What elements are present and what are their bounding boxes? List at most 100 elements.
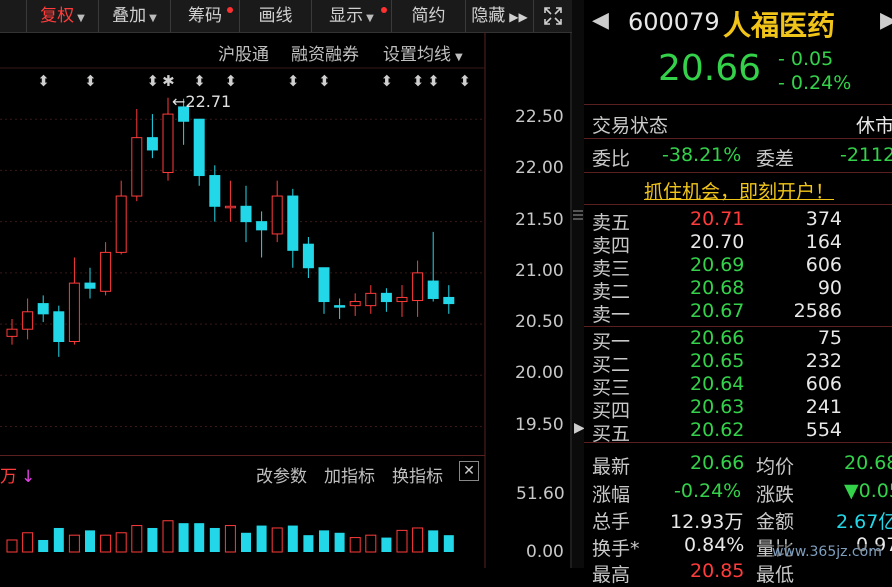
set-ma-label: 设置均线 bbox=[383, 45, 451, 65]
ask-price: 20.70 bbox=[690, 231, 745, 253]
weicha-value: -2112 bbox=[840, 144, 892, 166]
change-params-button[interactable]: 改参数 bbox=[256, 462, 307, 487]
event-marker-icon[interactable]: ⬍ bbox=[287, 72, 300, 90]
divider bbox=[584, 172, 892, 173]
candle-body[interactable] bbox=[380, 292, 392, 303]
candle-body[interactable] bbox=[427, 280, 439, 299]
candle-body[interactable] bbox=[302, 243, 314, 269]
close-indicator-button[interactable]: ✕ bbox=[459, 461, 479, 481]
candle-body[interactable] bbox=[349, 301, 361, 307]
add-indicator-button[interactable]: 加指标 bbox=[324, 462, 375, 487]
event-marker-icon[interactable]: ⬍ bbox=[147, 72, 160, 90]
stock-name: 人福医药 bbox=[723, 9, 836, 42]
event-marker-icon[interactable]: ⬍ bbox=[84, 72, 97, 90]
candle-body[interactable] bbox=[287, 195, 299, 251]
candle-body[interactable] bbox=[6, 328, 18, 337]
volume-bar bbox=[303, 535, 314, 552]
chart-toolbar: 复权 ▼ 叠加 ▼ 筹码 画线 显示 ▼ 简约 隐藏 ▶▶ bbox=[0, 0, 572, 33]
volume-bar bbox=[224, 525, 236, 553]
notification-dot-icon bbox=[227, 7, 233, 13]
candle-body[interactable] bbox=[396, 296, 408, 303]
rzrq-link[interactable]: 融资融券 bbox=[291, 40, 359, 65]
prev-stock-arrow-icon[interactable]: ◀ bbox=[592, 8, 609, 33]
y-tick-label: 20.00 bbox=[515, 363, 564, 384]
event-marker-icon[interactable]: ✱ bbox=[162, 72, 175, 90]
event-marker-icon[interactable]: ⬍ bbox=[225, 72, 238, 90]
candle-body[interactable] bbox=[443, 296, 455, 305]
candle-body[interactable] bbox=[131, 137, 143, 197]
candle-body[interactable] bbox=[365, 292, 377, 307]
candle-body[interactable] bbox=[84, 282, 96, 289]
weibi-label: 委比 bbox=[592, 148, 631, 170]
zuigao-label: 最高 bbox=[592, 564, 631, 586]
fullscreen-button[interactable] bbox=[534, 0, 572, 32]
candle-body[interactable] bbox=[271, 195, 283, 235]
bid-row[interactable]: 买五 20.62 554 bbox=[584, 419, 892, 445]
high-price-annotation: ←22.71 bbox=[172, 92, 231, 111]
event-marker-icon[interactable]: ⬍ bbox=[381, 72, 394, 90]
candle-body[interactable] bbox=[334, 305, 346, 308]
candle-body[interactable] bbox=[68, 282, 80, 342]
jine-label: 金额 bbox=[756, 511, 795, 533]
event-marker-icon[interactable]: ⬍ bbox=[318, 72, 331, 90]
event-marker-icon[interactable]: ⬍ bbox=[193, 72, 206, 90]
event-marker-icon[interactable]: ⬍ bbox=[37, 72, 50, 90]
candle-body[interactable] bbox=[256, 221, 268, 231]
bid-volume: 241 bbox=[805, 396, 842, 418]
bid-row[interactable]: 买三 20.64 606 bbox=[584, 373, 892, 399]
zuidi-label: 最低 bbox=[756, 564, 795, 586]
candle-body[interactable] bbox=[240, 205, 252, 223]
candle-body[interactable] bbox=[22, 311, 34, 330]
candle-body[interactable] bbox=[37, 303, 49, 315]
candle-body[interactable] bbox=[146, 137, 158, 151]
candle-body[interactable] bbox=[115, 195, 127, 253]
volume-bar bbox=[131, 525, 143, 553]
panel-splitter[interactable]: ▶ bbox=[572, 0, 585, 568]
candle-body[interactable] bbox=[412, 272, 424, 302]
ask-row[interactable]: 卖四 20.70 164 bbox=[584, 231, 892, 257]
next-stock-arrow-icon[interactable]: ▶ bbox=[880, 8, 892, 33]
zhangfu-value: -0.24% bbox=[674, 480, 742, 502]
chouma-button[interactable]: 筹码 bbox=[171, 0, 240, 32]
bid-price: 20.66 bbox=[690, 327, 745, 349]
ask-row[interactable]: 卖一 20.67 2586 bbox=[584, 300, 892, 326]
bid-row[interactable]: 买四 20.63 241 bbox=[584, 396, 892, 422]
caret-down-icon: ▼ bbox=[455, 52, 463, 63]
huaxian-button[interactable]: 画线 bbox=[240, 0, 312, 32]
vol-unit-text: 万 bbox=[0, 467, 17, 487]
yincang-button[interactable]: 隐藏 ▶▶ bbox=[466, 0, 534, 32]
fuquan-button[interactable]: 复权 ▼ bbox=[27, 0, 99, 32]
candle-body[interactable] bbox=[224, 205, 236, 209]
candle-body[interactable] bbox=[193, 118, 205, 177]
bid-volume: 554 bbox=[805, 419, 842, 441]
bid-row[interactable]: 买一 20.66 75 bbox=[584, 327, 892, 353]
volume-bar bbox=[209, 527, 220, 552]
jianyue-button[interactable]: 简约 bbox=[392, 0, 466, 32]
zhangdie-label: 涨跌 bbox=[756, 484, 795, 506]
hgt-link[interactable]: 沪股通 bbox=[218, 40, 269, 65]
candle-body[interactable] bbox=[162, 113, 174, 173]
event-marker-icon[interactable]: ⬍ bbox=[412, 72, 425, 90]
open-account-promo-link[interactable]: 抓住机会，即刻开户！ bbox=[644, 177, 834, 204]
volume-bar bbox=[100, 534, 112, 553]
candle-body[interactable] bbox=[209, 175, 221, 207]
event-marker-icon[interactable]: ⬍ bbox=[427, 72, 440, 90]
ask-row[interactable]: 卖五 20.71 374 bbox=[584, 208, 892, 234]
event-marker-icon[interactable]: ⬍ bbox=[459, 72, 472, 90]
high-price-value: 22.71 bbox=[185, 92, 232, 111]
candle-body[interactable] bbox=[318, 267, 330, 303]
candle-body[interactable] bbox=[100, 251, 112, 292]
bid-row[interactable]: 买二 20.65 232 bbox=[584, 350, 892, 376]
volume-bar bbox=[349, 537, 361, 553]
ask-row[interactable]: 卖三 20.69 606 bbox=[584, 254, 892, 280]
xianshi-button[interactable]: 显示 ▼ bbox=[312, 0, 392, 32]
diejia-button[interactable]: 叠加 ▼ bbox=[99, 0, 171, 32]
divider bbox=[584, 138, 892, 139]
kline-chart-area[interactable]: ⬍ ⬍ ⬍ ✱ ⬍ ⬍ ⬍ ⬍ ⬍ ⬍ ⬍ ⬍ 沪股通 融资融券 设置均线 ▼ ←22.71 22.50… bbox=[0, 32, 572, 568]
change-indicator-button[interactable]: 换指标 bbox=[392, 462, 443, 487]
ask-row[interactable]: 卖二 20.68 90 bbox=[584, 277, 892, 303]
quote-panel: ◀ 600079 人福医药 ▶ 20.66 - 0.05 - 0.24% 交易状… bbox=[584, 0, 892, 586]
candle-body[interactable] bbox=[53, 311, 65, 342]
set-ma-link[interactable]: 设置均线 ▼ bbox=[383, 40, 463, 65]
volume-bar bbox=[241, 532, 251, 552]
